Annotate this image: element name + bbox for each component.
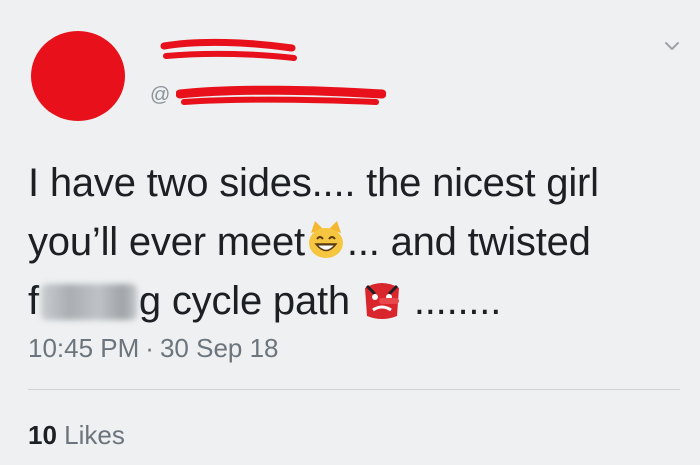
handle-row: @: [150, 82, 390, 110]
likes-number: 10: [28, 420, 57, 450]
likes-count[interactable]: 10 Likes: [28, 420, 125, 451]
handle-redaction: [176, 85, 386, 105]
avatar[interactable]: [28, 26, 128, 124]
tweet-text-segment: ... and twisted: [346, 220, 591, 264]
tweet-text-segment: g cycle path: [138, 279, 350, 323]
tweet-timestamp[interactable]: 10:45 PM · 30 Sep 18: [28, 333, 279, 364]
display-name-redaction[interactable]: [160, 38, 300, 64]
tengu-goblin-icon: [364, 283, 399, 319]
tweet-text: I have two sides.... the nicest girl you…: [28, 154, 668, 331]
tweet-line-1: I have two sides.... the nicest girl: [28, 161, 599, 205]
tweet-text-segment: you’ll ever meet: [28, 220, 305, 264]
divider: [28, 389, 680, 390]
handle-at-sign: @: [150, 84, 171, 106]
timestamp-date: 30 Sep 18: [159, 333, 279, 363]
timestamp-separator: ·: [145, 333, 154, 363]
timestamp-time: 10:45 PM: [28, 333, 140, 363]
tweet-text-segment: f: [28, 279, 39, 323]
censored-word-blur: [40, 284, 137, 320]
tweet-text-segment: ........: [413, 279, 502, 323]
tweet-line-3: f g cycle path ........: [28, 272, 668, 331]
grinning-cat-icon: [308, 221, 343, 258]
likes-label: Likes: [64, 420, 125, 450]
chevron-down-icon[interactable]: [664, 38, 680, 54]
tweet-line-2: you’ll ever meet ... and twisted: [28, 213, 668, 272]
tweet-card: @ I have two sides.... the nicest girl y…: [0, 0, 700, 465]
